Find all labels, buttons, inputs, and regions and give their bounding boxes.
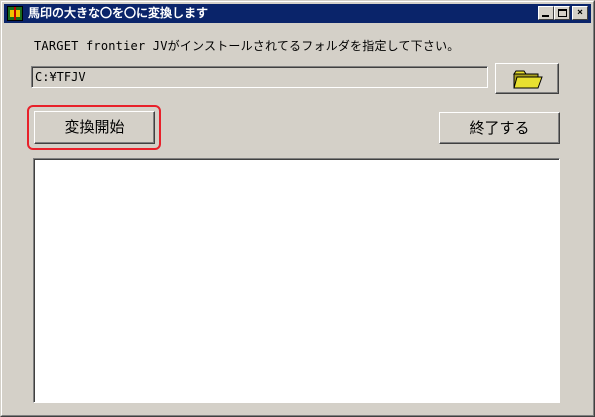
instruction-label: TARGET frontier JVがインストールされてるフォルダを指定して下さ… <box>34 39 460 53</box>
folder-icon <box>513 70 543 89</box>
minimize-button[interactable] <box>538 6 554 20</box>
log-output[interactable] <box>33 158 560 403</box>
maximize-button[interactable] <box>554 6 570 20</box>
maximize-icon <box>558 9 567 17</box>
minimize-icon <box>542 15 549 17</box>
browse-folder-button[interactable] <box>495 63 559 94</box>
close-button[interactable]: × <box>572 6 588 20</box>
exit-button[interactable]: 終了する <box>439 112 560 144</box>
app-icon[interactable] <box>7 6 23 21</box>
close-icon: × <box>576 7 584 18</box>
start-conversion-button[interactable]: 変換開始 <box>34 111 155 144</box>
folder-path-field[interactable] <box>31 66 488 88</box>
window-title: 馬印の大きな〇を〇に変換します <box>28 6 209 20</box>
title-bar[interactable]: 馬印の大きな〇を〇に変換します × <box>4 4 591 23</box>
main-window: 馬印の大きな〇を〇に変換します × TARGET frontier JVがインス… <box>0 0 595 417</box>
